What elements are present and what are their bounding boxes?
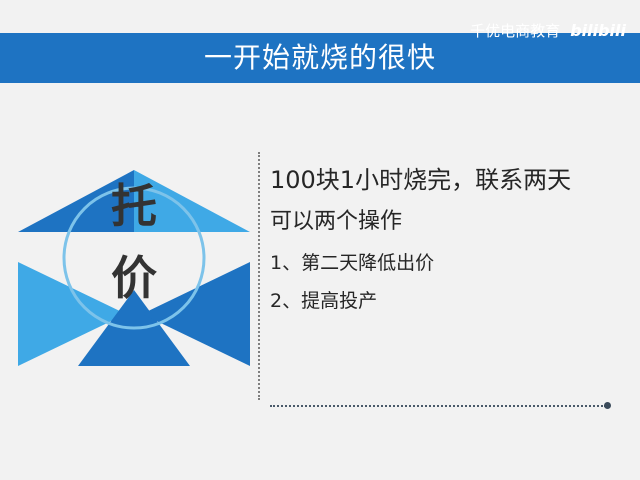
content-line-1: 100块1小时烧完，联系两天 — [270, 166, 572, 194]
content-item-1: 1、第二天降低出价 — [270, 252, 435, 274]
watermark: 千优电商教育 bilibili — [470, 20, 626, 41]
tuojia-graphic: 托 价 — [18, 170, 250, 366]
vertical-divider — [258, 152, 260, 400]
slide: 一开始就烧的很快 千优电商教育 bilibili 托 价 100块1小时烧完，联… — [0, 0, 640, 480]
watermark-text: 千优电商教育 — [470, 22, 561, 40]
content-line-2: 可以两个操作 — [270, 209, 403, 234]
content-block: 100块1小时烧完，联系两天 可以两个操作 1、第二天降低出价 2、提高投产 — [270, 160, 571, 318]
bilibili-logo: bilibili — [570, 21, 626, 40]
horizontal-divider — [270, 405, 606, 407]
char-tuo: 托 — [111, 179, 157, 233]
divider-end-dot — [604, 402, 611, 409]
content-item-2: 2、提高投产 — [270, 290, 378, 312]
char-jia: 价 — [111, 251, 157, 305]
